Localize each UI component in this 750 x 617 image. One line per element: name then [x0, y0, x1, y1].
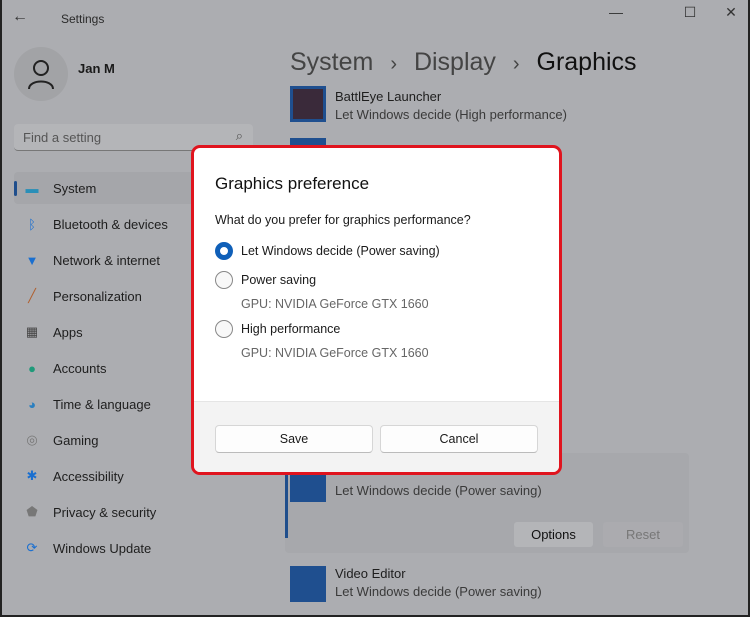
dialog-question: What do you prefer for graphics performa… [215, 213, 471, 227]
sidebar-item-label: Accessibility [53, 468, 124, 484]
clock-globe-icon: ◕ [28, 396, 36, 412]
wifi-icon: ▼ [25, 252, 39, 268]
brush-icon: ╱ [28, 288, 36, 303]
dialog-title: Graphics preference [215, 174, 370, 193]
sidebar-item-privacy-security[interactable]: ⬟ Privacy & security [14, 496, 284, 528]
radio-power-saving[interactable]: Power saving [215, 271, 316, 289]
breadcrumb: System › Display › Graphics [290, 48, 637, 76]
sidebar-item-label: Privacy & security [53, 504, 157, 520]
minimize-button[interactable]: — [601, 4, 631, 20]
sidebar-item-label: Network & internet [53, 252, 160, 268]
breadcrumb-system[interactable]: System [290, 48, 373, 76]
graphics-preference-dialog: Graphics preference What do you prefer f… [191, 145, 562, 475]
radio-label: Let Windows decide (Power saving) [241, 244, 440, 258]
search-icon: ⌕ [235, 128, 243, 143]
sidebar-item-label: Personalization [53, 288, 142, 304]
app-name: Video Editor [335, 566, 406, 581]
avatar[interactable] [14, 47, 68, 101]
video-editor-icon [290, 566, 326, 602]
close-button[interactable]: ✕ [716, 4, 746, 21]
accessibility-icon: ✱ [26, 468, 38, 483]
app-pref: Let Windows decide (Power saving) [335, 584, 542, 599]
app-pref: Let Windows decide (Power saving) [335, 483, 542, 498]
user-name: Jan M [78, 61, 115, 76]
radio-label: Power saving [241, 273, 317, 287]
maximize-button[interactable]: ☐ [675, 4, 705, 21]
sidebar-item-label: Windows Update [53, 540, 152, 556]
update-icon: ⟳ [26, 540, 38, 555]
sidebar-item-label: Time & language [53, 396, 151, 412]
sidebar-item-label: Bluetooth & devices [53, 216, 168, 232]
search-placeholder: Find a setting [23, 130, 102, 145]
monitor-icon: ▬ [25, 180, 39, 196]
gamepad-icon: ◎ [26, 432, 38, 447]
gpu-label: GPU: NVIDIA GeForce GTX 1660 [241, 297, 429, 311]
gpu-label: GPU: NVIDIA GeForce GTX 1660 [241, 346, 429, 360]
person-icon [28, 60, 54, 90]
app-icon [290, 86, 326, 122]
person-icon: ● [28, 360, 36, 376]
app-pref: Let Windows decide (High performance) [335, 107, 567, 122]
sidebar-item-label: Gaming [53, 432, 99, 448]
app-name: BattlEye Launcher [335, 89, 442, 104]
bluetooth-icon: ᛒ [28, 216, 36, 232]
app-item-video-editor[interactable]: Video Editor Let Windows decide (Power sa… [290, 566, 542, 602]
sidebar-item-label: System [53, 180, 97, 196]
radio-let-windows-decide[interactable]: Let Windows decide (Power saving) [215, 242, 440, 260]
active-indicator [14, 181, 17, 196]
sidebar-item-label: Apps [53, 324, 83, 340]
radio-selected-icon[interactable] [215, 242, 233, 260]
app-item-battleye[interactable]: BattlEye Launcher Let Windows decide (Hig… [290, 86, 567, 122]
back-arrow-icon[interactable]: ← [12, 8, 28, 26]
cancel-button[interactable]: Cancel [380, 425, 538, 453]
radio-high-performance[interactable]: High performance [215, 320, 340, 338]
shield-icon: ⬟ [26, 504, 38, 519]
dialog-footer: Save Cancel [194, 401, 559, 472]
options-button[interactable]: Options [514, 522, 593, 547]
breadcrumb-graphics: Graphics [536, 48, 637, 76]
sidebar-item-windows-update[interactable]: ⟳ Windows Update [14, 532, 284, 564]
radio-icon[interactable] [215, 320, 233, 338]
breadcrumb-display[interactable]: Display [414, 48, 496, 76]
radio-icon[interactable] [215, 271, 233, 289]
save-button[interactable]: Save [215, 425, 373, 453]
sidebar-item-label: Accounts [53, 360, 107, 376]
apps-icon: ▦ [25, 324, 39, 339]
radio-label: High performance [241, 322, 341, 336]
window-title: Settings [61, 12, 105, 26]
reset-button[interactable]: Reset [603, 522, 683, 547]
